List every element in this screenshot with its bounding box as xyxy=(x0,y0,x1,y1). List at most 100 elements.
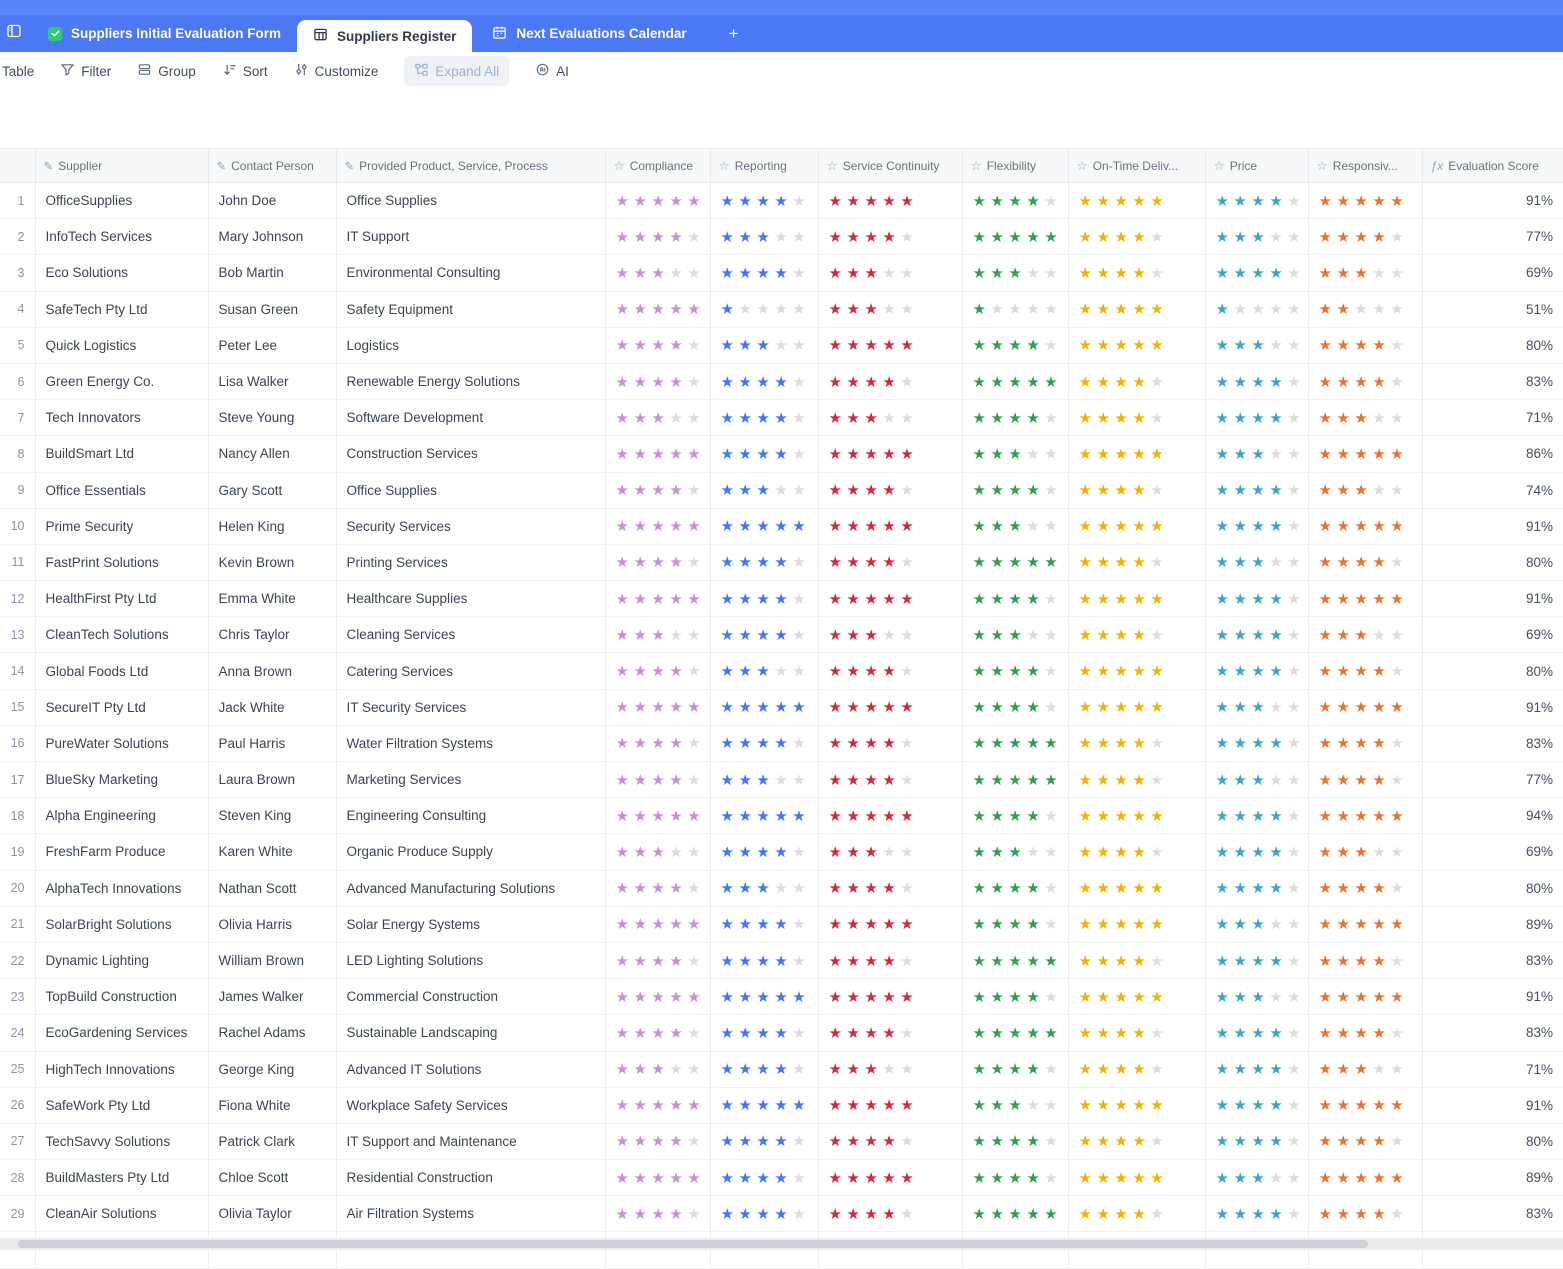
toolbar-sort-button[interactable]: Sort xyxy=(222,62,268,80)
evaluation-score-cell[interactable]: 91% xyxy=(1422,183,1563,219)
flexibility-rating-cell[interactable]: ★★★★★ xyxy=(962,1196,1068,1232)
contact-cell[interactable]: Helen King xyxy=(208,508,336,544)
supplier-cell[interactable]: FreshFarm Produce xyxy=(35,834,208,870)
compliance-rating-cell[interactable]: ★★★★★ xyxy=(605,1087,710,1123)
on_time_delivery-rating-cell[interactable]: ★★★★★ xyxy=(1068,870,1205,906)
responsiveness-rating-cell[interactable]: ★★★★★ xyxy=(1308,689,1422,725)
supplier-cell[interactable]: BlueSky Marketing xyxy=(35,762,208,798)
evaluation-score-cell[interactable]: 80% xyxy=(1422,1123,1563,1159)
toolbar-expand-all-button[interactable]: Expand All xyxy=(404,56,509,86)
product-cell[interactable]: Commercial Construction xyxy=(336,979,605,1015)
service_continuity-rating-cell[interactable]: ★★★★★ xyxy=(818,942,962,978)
supplier-cell[interactable]: CleanTech Solutions xyxy=(35,617,208,653)
flexibility-rating-cell[interactable]: ★★★★★ xyxy=(962,291,1068,327)
row-number[interactable]: 12 xyxy=(0,581,35,617)
reporting-rating-cell[interactable]: ★★★★★ xyxy=(710,689,818,725)
price-rating-cell[interactable]: ★★★★★ xyxy=(1205,544,1308,580)
responsiveness-rating-cell[interactable]: ★★★★★ xyxy=(1308,906,1422,942)
flexibility-rating-cell[interactable]: ★★★★★ xyxy=(962,400,1068,436)
compliance-rating-cell[interactable]: ★★★★★ xyxy=(605,436,710,472)
supplier-cell[interactable]: InfoTech Services xyxy=(35,219,208,255)
on_time_delivery-rating-cell[interactable]: ★★★★★ xyxy=(1068,1015,1205,1051)
evaluation-score-cell[interactable]: 91% xyxy=(1422,1087,1563,1123)
evaluation-score-cell[interactable]: 80% xyxy=(1422,327,1563,363)
on_time_delivery-rating-cell[interactable]: ★★★★★ xyxy=(1068,1196,1205,1232)
row-number[interactable]: 23 xyxy=(0,979,35,1015)
product-cell[interactable]: Renewable Energy Solutions xyxy=(336,363,605,399)
column-header-num[interactable] xyxy=(0,149,35,183)
evaluation-score-cell[interactable]: 89% xyxy=(1422,906,1563,942)
evaluation-score-cell[interactable]: 71% xyxy=(1422,1051,1563,1087)
service_continuity-rating-cell[interactable]: ★★★★★ xyxy=(818,508,962,544)
price-rating-cell[interactable]: ★★★★★ xyxy=(1205,508,1308,544)
row-number[interactable]: 18 xyxy=(0,798,35,834)
compliance-rating-cell[interactable]: ★★★★★ xyxy=(605,363,710,399)
compliance-rating-cell[interactable]: ★★★★★ xyxy=(605,400,710,436)
contact-cell[interactable]: Chloe Scott xyxy=(208,1160,336,1196)
product-cell[interactable]: Organic Produce Supply xyxy=(336,834,605,870)
service_continuity-rating-cell[interactable]: ★★★★★ xyxy=(818,581,962,617)
product-cell[interactable]: LED Lighting Solutions xyxy=(336,942,605,978)
on_time_delivery-rating-cell[interactable]: ★★★★★ xyxy=(1068,617,1205,653)
on_time_delivery-rating-cell[interactable]: ★★★★★ xyxy=(1068,689,1205,725)
product-cell[interactable]: Marketing Services xyxy=(336,762,605,798)
column-header-price[interactable]: ☆Price xyxy=(1205,149,1308,183)
supplier-cell[interactable]: AlphaTech Innovations xyxy=(35,870,208,906)
product-cell[interactable]: Software Development xyxy=(336,400,605,436)
on_time_delivery-rating-cell[interactable]: ★★★★★ xyxy=(1068,1123,1205,1159)
responsiveness-rating-cell[interactable]: ★★★★★ xyxy=(1308,979,1422,1015)
on_time_delivery-rating-cell[interactable]: ★★★★★ xyxy=(1068,400,1205,436)
price-rating-cell[interactable]: ★★★★★ xyxy=(1205,834,1308,870)
on_time_delivery-rating-cell[interactable]: ★★★★★ xyxy=(1068,979,1205,1015)
price-rating-cell[interactable]: ★★★★★ xyxy=(1205,653,1308,689)
row-number[interactable]: 28 xyxy=(0,1160,35,1196)
responsiveness-rating-cell[interactable]: ★★★★★ xyxy=(1308,1087,1422,1123)
service_continuity-rating-cell[interactable]: ★★★★★ xyxy=(818,400,962,436)
product-cell[interactable]: Printing Services xyxy=(336,544,605,580)
price-rating-cell[interactable]: ★★★★★ xyxy=(1205,1123,1308,1159)
compliance-rating-cell[interactable]: ★★★★★ xyxy=(605,762,710,798)
reporting-rating-cell[interactable]: ★★★★★ xyxy=(710,653,818,689)
service_continuity-rating-cell[interactable]: ★★★★★ xyxy=(818,1123,962,1159)
row-number[interactable]: 19 xyxy=(0,834,35,870)
row-number[interactable]: 1 xyxy=(0,183,35,219)
column-header-compliance[interactable]: ☆Compliance xyxy=(605,149,710,183)
evaluation-score-cell[interactable]: 91% xyxy=(1422,979,1563,1015)
contact-cell[interactable]: Patrick Clark xyxy=(208,1123,336,1159)
on_time_delivery-rating-cell[interactable]: ★★★★★ xyxy=(1068,219,1205,255)
responsiveness-rating-cell[interactable]: ★★★★★ xyxy=(1308,617,1422,653)
contact-cell[interactable]: Jack White xyxy=(208,689,336,725)
flexibility-rating-cell[interactable]: ★★★★★ xyxy=(962,363,1068,399)
contact-cell[interactable]: Nathan Scott xyxy=(208,870,336,906)
flexibility-rating-cell[interactable]: ★★★★★ xyxy=(962,183,1068,219)
row-number[interactable]: 20 xyxy=(0,870,35,906)
responsiveness-rating-cell[interactable]: ★★★★★ xyxy=(1308,472,1422,508)
price-rating-cell[interactable]: ★★★★★ xyxy=(1205,762,1308,798)
on_time_delivery-rating-cell[interactable]: ★★★★★ xyxy=(1068,436,1205,472)
supplier-cell[interactable]: OfficeSupplies xyxy=(35,183,208,219)
row-number[interactable]: 6 xyxy=(0,363,35,399)
product-cell[interactable]: IT Security Services xyxy=(336,689,605,725)
evaluation-score-cell[interactable]: 83% xyxy=(1422,363,1563,399)
row-number[interactable]: 3 xyxy=(0,255,35,291)
price-rating-cell[interactable]: ★★★★★ xyxy=(1205,798,1308,834)
flexibility-rating-cell[interactable]: ★★★★★ xyxy=(962,1051,1068,1087)
compliance-rating-cell[interactable]: ★★★★★ xyxy=(605,219,710,255)
responsiveness-rating-cell[interactable]: ★★★★★ xyxy=(1308,834,1422,870)
tab-suppliers-register[interactable]: Suppliers Register xyxy=(297,20,472,52)
flexibility-rating-cell[interactable]: ★★★★★ xyxy=(962,1087,1068,1123)
product-cell[interactable]: Engineering Consulting xyxy=(336,798,605,834)
evaluation-score-cell[interactable]: 83% xyxy=(1422,1015,1563,1051)
contact-cell[interactable]: Steven King xyxy=(208,798,336,834)
reporting-rating-cell[interactable]: ★★★★★ xyxy=(710,291,818,327)
product-cell[interactable]: Workplace Safety Services xyxy=(336,1087,605,1123)
evaluation-score-cell[interactable]: 51% xyxy=(1422,291,1563,327)
row-number[interactable]: 5 xyxy=(0,327,35,363)
price-rating-cell[interactable]: ★★★★★ xyxy=(1205,1051,1308,1087)
service_continuity-rating-cell[interactable]: ★★★★★ xyxy=(818,183,962,219)
on_time_delivery-rating-cell[interactable]: ★★★★★ xyxy=(1068,581,1205,617)
service_continuity-rating-cell[interactable]: ★★★★★ xyxy=(818,1196,962,1232)
supplier-cell[interactable]: HighTech Innovations xyxy=(35,1051,208,1087)
contact-cell[interactable]: Emma White xyxy=(208,581,336,617)
service_continuity-rating-cell[interactable]: ★★★★★ xyxy=(818,870,962,906)
